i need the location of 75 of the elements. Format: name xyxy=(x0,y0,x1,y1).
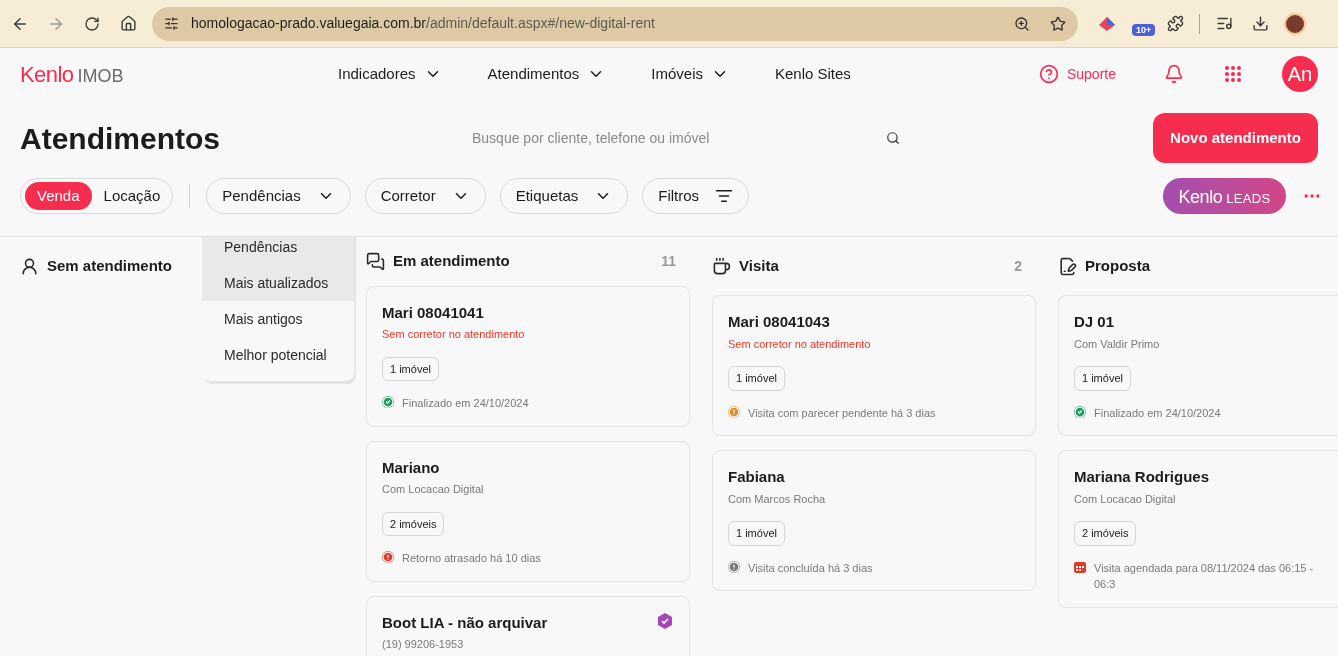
zoom-icon[interactable] xyxy=(1014,15,1030,32)
column-count: 11 xyxy=(661,251,676,271)
apps-grid-icon[interactable] xyxy=(1224,65,1242,83)
bookmark-star-icon[interactable] xyxy=(1050,15,1066,32)
client-card[interactable]: Mari 08041043 Sem corretor no atendimento 1 imóvel Visita com parecer pendente há 3 dias xyxy=(712,295,1036,436)
client-card[interactable]: DJ 01 Com Valdir Primo 1 imóvel Finalizado em 24/10/2024 xyxy=(1058,295,1338,436)
status-text: Visita com parecer pendente há 3 dias xyxy=(748,405,936,421)
column-icon xyxy=(712,256,731,276)
status-text: Visita agendada para 08/11/2024 das 06:15 - 06:3 xyxy=(1094,560,1315,592)
column-icon xyxy=(366,251,385,271)
new-service-button[interactable]: Novo atendimento xyxy=(1153,113,1318,163)
client-card[interactable]: Boot LIA - não arquivar (19) 99206-1953 xyxy=(366,595,690,656)
client-card[interactable]: Mari 08041041 Sem corretor no atendimento 1 imóvel Finalizado em 24/10/2024 xyxy=(366,285,690,427)
client-name: Boot LIA - não arquivar xyxy=(382,612,548,633)
site-settings-icon[interactable] xyxy=(164,16,179,31)
property-count-tag: 1 imóvel xyxy=(382,356,439,381)
filter-lines-icon xyxy=(715,187,734,205)
client-name: Mariana Rodrigues xyxy=(1074,467,1210,487)
client-name: DJ 01 xyxy=(1074,312,1115,332)
status-text: Retorno atrasado há 10 dias xyxy=(402,551,541,566)
client-name: Mari 08041041 xyxy=(382,302,484,323)
nav-item[interactable]: Indicadores xyxy=(338,62,442,86)
card-subtitle: Com Locacao Digital xyxy=(1074,491,1177,507)
property-count-tag: 1 imóvel xyxy=(728,521,785,546)
extension-badge[interactable]: 10+ xyxy=(1132,23,1156,36)
verified-hexagon-icon xyxy=(656,611,674,630)
card-subtitle: (19) 99206-1953 xyxy=(382,637,465,652)
card-subtitle: Sem corretor no atendimento xyxy=(728,336,872,352)
sort-option[interactable]: Melhor potencial xyxy=(202,337,354,373)
search-icon[interactable] xyxy=(886,131,900,145)
column-count: 2 xyxy=(1014,256,1022,276)
sort-option[interactable]: Mais atualizados xyxy=(202,265,354,301)
nav-item[interactable]: Kenlo Sites xyxy=(775,62,851,86)
column-title: Proposta xyxy=(1085,255,1150,276)
card-subtitle: Com Marcos Rocha xyxy=(728,491,827,507)
status-text: Finalizado em 24/10/2024 xyxy=(1094,405,1221,421)
kenlo-leads-button[interactable]: Kenlo LEADS xyxy=(1163,178,1286,214)
page-title: Atendimentos xyxy=(20,120,221,157)
column-icon xyxy=(20,256,39,276)
column-title: Em atendimento xyxy=(393,251,510,271)
logo-product: IMOB xyxy=(77,64,124,88)
sort-option[interactable]: Pendências xyxy=(202,237,354,265)
status-text: Finalizado em 24/10/2024 xyxy=(402,396,529,411)
client-name: Mari 08041043 xyxy=(728,312,830,332)
card-subtitle: Com Valdir Primo xyxy=(1074,336,1161,352)
nav-item[interactable]: Imóveis xyxy=(651,62,729,86)
property-count-tag: 2 imóveis xyxy=(1074,521,1137,546)
card-subtitle: Sem corretor no atendimento xyxy=(382,327,526,342)
client-card[interactable]: Fabiana Com Marcos Rocha 1 imóvel Visita concluída há 3 dias xyxy=(712,450,1036,591)
property-count-tag: 2 imóveis xyxy=(382,511,445,536)
support-link[interactable]: Suporte xyxy=(1038,63,1116,85)
client-name: Mariano xyxy=(382,457,440,478)
notification-bell-icon[interactable] xyxy=(1164,64,1184,84)
help-icon xyxy=(1038,64,1059,84)
status-text: Visita concluída há 3 dias xyxy=(748,560,873,576)
segment-tab[interactable]: Venda xyxy=(25,182,92,210)
extension-icon[interactable] xyxy=(1098,15,1116,32)
property-count-tag: 1 imóvel xyxy=(1074,366,1131,391)
address-bar[interactable]: homologacao-prado.valuegaia.com.br/admin/default.aspx#/new-digital-rent xyxy=(152,6,1078,41)
column-icon xyxy=(1058,256,1077,276)
property-count-tag: 1 imóvel xyxy=(728,366,785,391)
nav-item[interactable]: Atendimentos xyxy=(487,62,606,86)
column-title: Sem atendimento xyxy=(47,255,173,276)
sort-option[interactable]: Mais antigos xyxy=(202,301,354,337)
client-name: Fabiana xyxy=(728,467,785,487)
profile-avatar[interactable] xyxy=(1284,12,1307,35)
logo-brand: Kenlo xyxy=(20,60,74,89)
card-subtitle: Com Locacao Digital xyxy=(382,482,485,497)
user-avatar[interactable]: An xyxy=(1282,56,1318,92)
column-title: Visita xyxy=(739,255,779,276)
url-text: homologacao-prado.valuegaia.com.br/admin/default.aspx#/new-digital-rent xyxy=(191,14,656,33)
search-field[interactable]: Busque por cliente, telefone ou imóvel xyxy=(472,127,886,149)
client-card[interactable]: Mariana Rodrigues Com Locacao Digital 2 imóveis Visita agendada para 08/11/2024 das 06:15 - 06:3 xyxy=(1058,450,1338,608)
client-card[interactable]: Mariano Com Locacao Digital 2 imóveis Retorno atrasado há 10 dias xyxy=(366,440,690,582)
segment-tab[interactable]: Locação xyxy=(95,182,169,210)
